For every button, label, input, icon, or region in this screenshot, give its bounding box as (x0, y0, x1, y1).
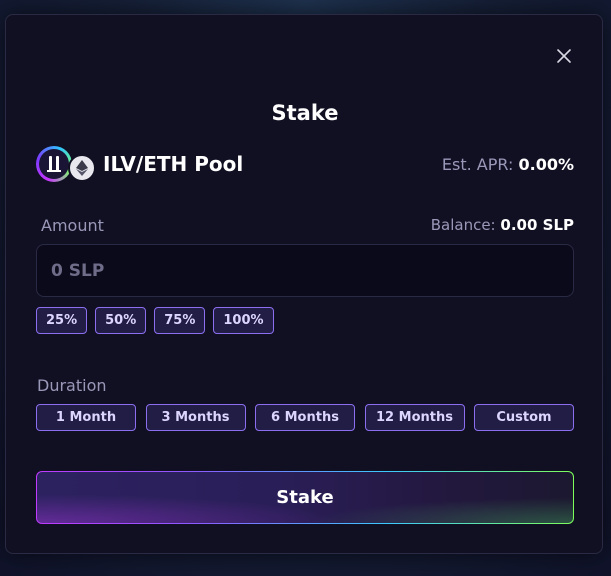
preset-75-button[interactable]: 75% (154, 307, 206, 334)
percent-presets: 25% 50% 75% 100% (36, 307, 274, 334)
amount-input[interactable] (36, 244, 574, 297)
apr-label: Est. APR: (441, 155, 514, 174)
close-button[interactable] (554, 46, 574, 66)
stake-button-label: Stake (276, 487, 334, 508)
duration-3-months-button[interactable]: 3 Months (145, 404, 246, 431)
balance: Balance: 0.00 SLP (431, 216, 574, 234)
duration-options: 1 Month 3 Months 6 Months 12 Months Cust… (36, 404, 574, 431)
stake-button[interactable]: Stake (36, 471, 574, 524)
duration-label: Duration (37, 376, 107, 395)
apr-value: 0.00% (518, 155, 574, 174)
est-apr: Est. APR: 0.00% (442, 155, 574, 174)
balance-label: Balance: (430, 216, 496, 234)
stake-modal: Stake ILV/ETH Pool Est. APR: 0.00% Amoun… (5, 14, 603, 554)
modal-title: Stake (271, 101, 339, 125)
duration-12-months-button[interactable]: 12 Months (364, 404, 465, 431)
preset-50-button[interactable]: 50% (95, 307, 147, 334)
preset-100-button[interactable]: 100% (213, 307, 274, 334)
pool-name: ILV/ETH Pool (103, 152, 244, 176)
amount-label: Amount (41, 216, 104, 235)
close-icon[interactable] (554, 46, 574, 66)
eth-token-icon (68, 154, 96, 182)
pool-token-icons (36, 146, 100, 182)
ilv-token-icon (36, 146, 72, 182)
duration-custom-button[interactable]: Custom (474, 404, 574, 431)
preset-25-button[interactable]: 25% (36, 307, 88, 334)
duration-6-months-button[interactable]: 6 Months (255, 404, 355, 431)
balance-value: 0.00 SLP (500, 216, 574, 234)
duration-1-month-button[interactable]: 1 Month (36, 404, 136, 431)
